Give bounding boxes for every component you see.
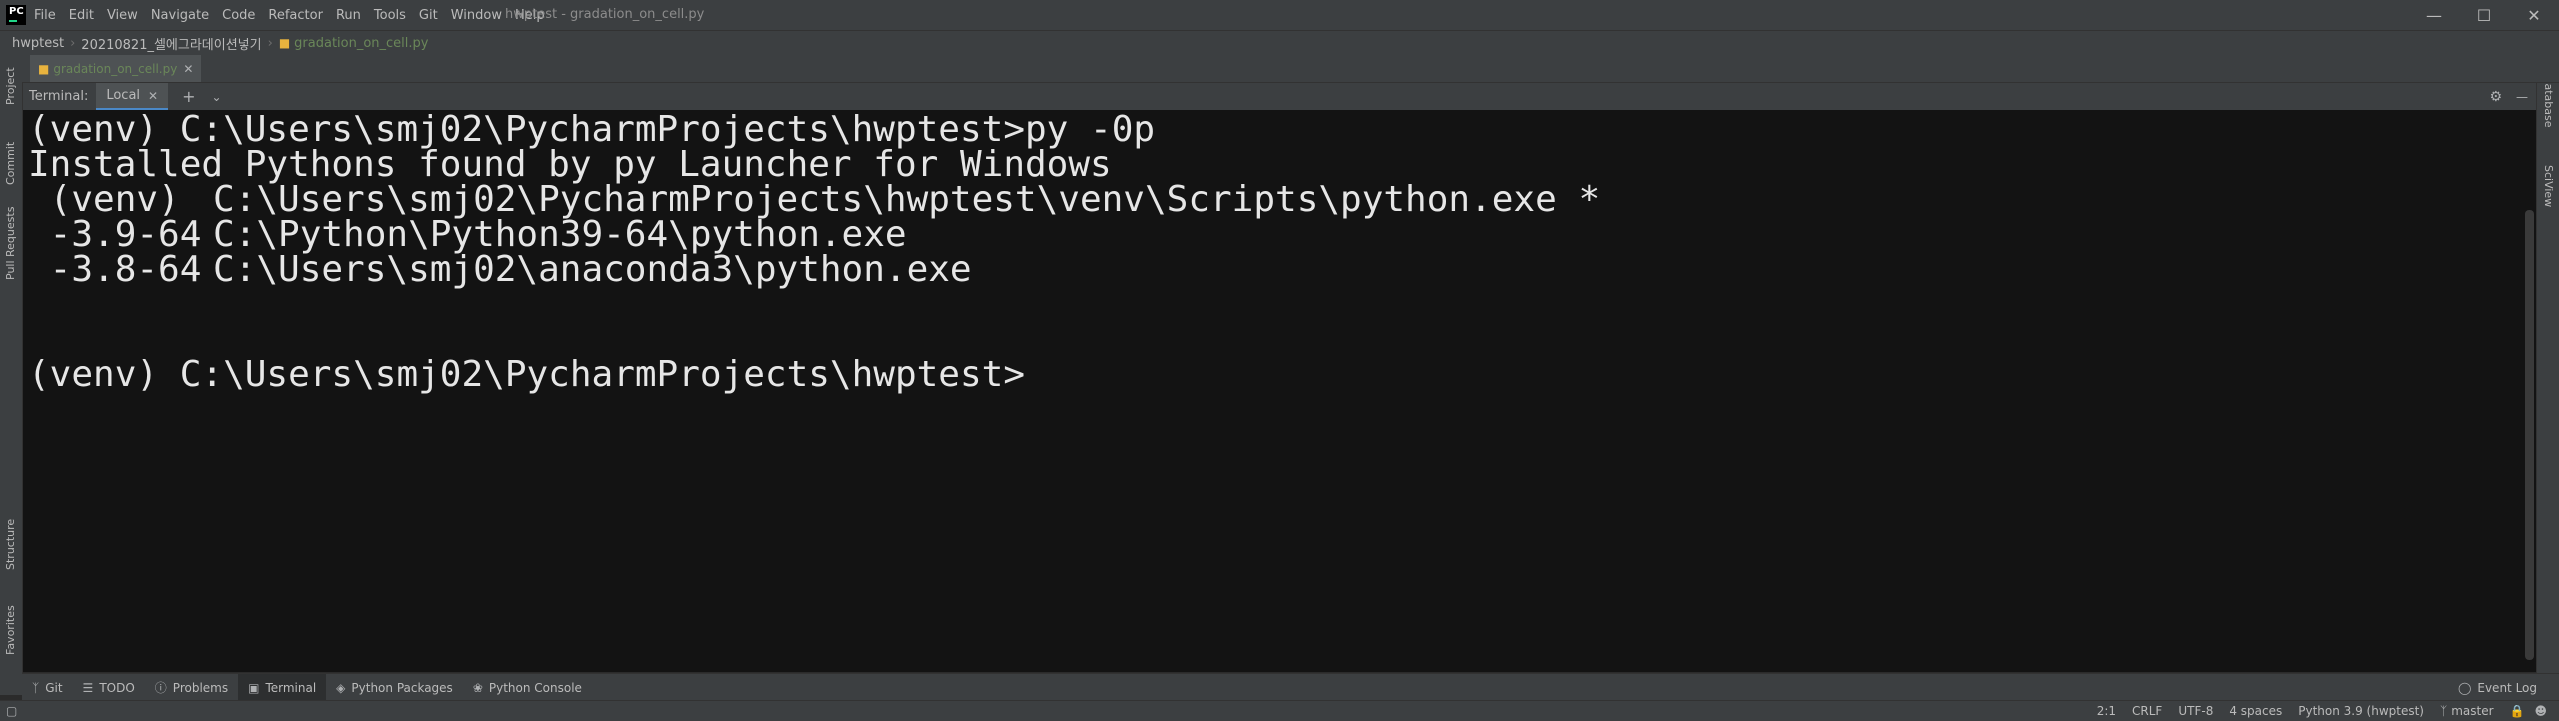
- right-tool-strip: Database SciView: [2536, 55, 2559, 695]
- git-branch-icon: ᛉ: [32, 680, 40, 695]
- python-file-icon: ■: [278, 36, 291, 50]
- terminal-output[interactable]: (venv) C:\Users\smj02\PycharmProjects\hw…: [23, 110, 2536, 672]
- terminal-tab-label: Local: [106, 88, 141, 103]
- menu-window[interactable]: Window: [451, 8, 502, 23]
- python-console-tool-button[interactable]: ❀ Python Console: [463, 674, 592, 701]
- terminal-title: Terminal:: [29, 89, 89, 104]
- editor-tab-label: gradation_on_cell.py: [53, 61, 178, 76]
- problems-tool-button[interactable]: ⓘ Problems: [145, 674, 238, 701]
- sciview-tool-button[interactable]: SciView: [2542, 165, 2555, 207]
- close-tab-icon[interactable]: ✕: [183, 62, 193, 76]
- menu-tools[interactable]: Tools: [374, 8, 406, 23]
- menu-run[interactable]: Run: [336, 8, 361, 23]
- terminal-prompt: (venv) C:\Users\smj02\PycharmProjects\hw…: [28, 354, 1025, 395]
- pycharm-logo-icon: PC: [6, 5, 26, 25]
- interpreter-selector[interactable]: Python 3.9 (hwptest): [2298, 704, 2424, 718]
- terminal-icon: ▣: [248, 680, 260, 695]
- tool-label: Git: [45, 680, 63, 695]
- breadcrumb-file[interactable]: gradation_on_cell.py: [294, 36, 428, 51]
- todo-tool-button[interactable]: ☰ TODO: [73, 674, 145, 701]
- breadcrumb: hwptest › 20210821_셀에그라데이션넣기 › ■ gradati…: [0, 30, 2559, 55]
- git-branch[interactable]: master: [2451, 704, 2493, 718]
- status-bar: ▢ 2:1 CRLF UTF-8 4 spaces Python 3.9 (hw…: [0, 700, 2559, 721]
- maximize-icon[interactable]: ☐: [2459, 0, 2509, 30]
- line-separator[interactable]: CRLF: [2132, 704, 2162, 718]
- git-branch-icon: ᛉ: [2440, 704, 2448, 718]
- terminal-line: C:\Users\smj02\anaconda3\python.exe: [213, 249, 972, 290]
- chevron-down-icon[interactable]: ⌄: [212, 90, 222, 104]
- favorites-tool-button[interactable]: Favorites: [4, 605, 17, 655]
- menu-edit[interactable]: Edit: [69, 8, 94, 23]
- minimize-icon[interactable]: —: [2409, 0, 2459, 30]
- title-bar: PC File Edit View Navigate Code Refactor…: [0, 0, 2559, 30]
- indent-setting[interactable]: 4 spaces: [2229, 704, 2282, 718]
- inspector-icon[interactable]: ☻: [2534, 704, 2547, 718]
- pull-requests-tool-button[interactable]: Pull Requests: [4, 207, 17, 280]
- close-tab-icon[interactable]: ✕: [148, 89, 158, 103]
- terminal-line: -3.8-64: [28, 249, 202, 290]
- project-tool-button[interactable]: Project: [4, 67, 17, 105]
- menu-code[interactable]: Code: [222, 8, 255, 23]
- window-title: hwptest - gradation_on_cell.py: [505, 7, 705, 22]
- left-tool-strip: Project Commit Pull Requests Structure F…: [0, 55, 23, 695]
- breadcrumb-folder[interactable]: 20210821_셀에그라데이션넣기: [81, 34, 261, 53]
- menu-git[interactable]: Git: [419, 8, 438, 23]
- tool-label: Terminal: [265, 680, 317, 695]
- add-terminal-icon[interactable]: +: [182, 87, 195, 106]
- bottom-tool-bar: ᛉ Git ☰ TODO ⓘ Problems ▣ Terminal ◈ Pyt…: [22, 673, 2559, 701]
- event-log-button[interactable]: ◯ Event Log: [2448, 674, 2547, 701]
- lock-icon[interactable]: 🔒: [2510, 704, 2525, 718]
- tool-label: Problems: [172, 680, 229, 695]
- info-icon: ⓘ: [154, 681, 167, 695]
- commit-tool-button[interactable]: Commit: [4, 142, 17, 185]
- terminal-scrollbar[interactable]: [2522, 110, 2536, 672]
- git-tool-button[interactable]: ᛉ Git: [22, 674, 73, 701]
- packages-icon: ◈: [336, 680, 346, 695]
- menu-file[interactable]: File: [34, 8, 56, 23]
- tool-label: Python Console: [488, 680, 582, 695]
- layout-toggle-icon[interactable]: ▢: [6, 704, 17, 718]
- menu-navigate[interactable]: Navigate: [151, 8, 209, 23]
- menu-refactor[interactable]: Refactor: [268, 8, 323, 23]
- structure-tool-button[interactable]: Structure: [4, 519, 17, 570]
- menu-bar: File Edit View Navigate Code Refactor Ru…: [34, 0, 558, 30]
- breadcrumb-project[interactable]: hwptest: [12, 36, 64, 51]
- editor-tab-row: ■ gradation_on_cell.py ✕: [22, 55, 2559, 83]
- terminal-header: Terminal: Local ✕ + ⌄ ⚙ —: [23, 83, 2536, 110]
- caret-position[interactable]: 2:1: [2097, 704, 2116, 718]
- python-file-icon: ■: [38, 61, 50, 76]
- tool-label: Event Log: [2477, 680, 2537, 695]
- list-icon: ☰: [82, 680, 94, 695]
- scrollbar-thumb[interactable]: [2525, 210, 2534, 660]
- editor-tab[interactable]: ■ gradation_on_cell.py ✕: [30, 55, 202, 82]
- hide-panel-icon[interactable]: —: [2516, 90, 2528, 104]
- terminal-tool-button[interactable]: ▣ Terminal: [238, 674, 327, 701]
- terminal-tab-local[interactable]: Local ✕: [96, 83, 169, 110]
- tool-label: Python Packages: [351, 680, 453, 695]
- breadcrumb-separator: ›: [267, 35, 273, 51]
- python-icon: ❀: [472, 680, 483, 695]
- gear-icon[interactable]: ⚙: [2489, 89, 2502, 105]
- search-icon: ◯: [2457, 680, 2472, 695]
- breadcrumb-separator: ›: [70, 35, 76, 51]
- close-icon[interactable]: ✕: [2509, 0, 2559, 30]
- menu-view[interactable]: View: [107, 8, 138, 23]
- file-encoding[interactable]: UTF-8: [2178, 704, 2213, 718]
- tool-label: TODO: [99, 680, 135, 695]
- python-packages-tool-button[interactable]: ◈ Python Packages: [326, 674, 463, 701]
- window-controls: — ☐ ✕: [2409, 0, 2559, 30]
